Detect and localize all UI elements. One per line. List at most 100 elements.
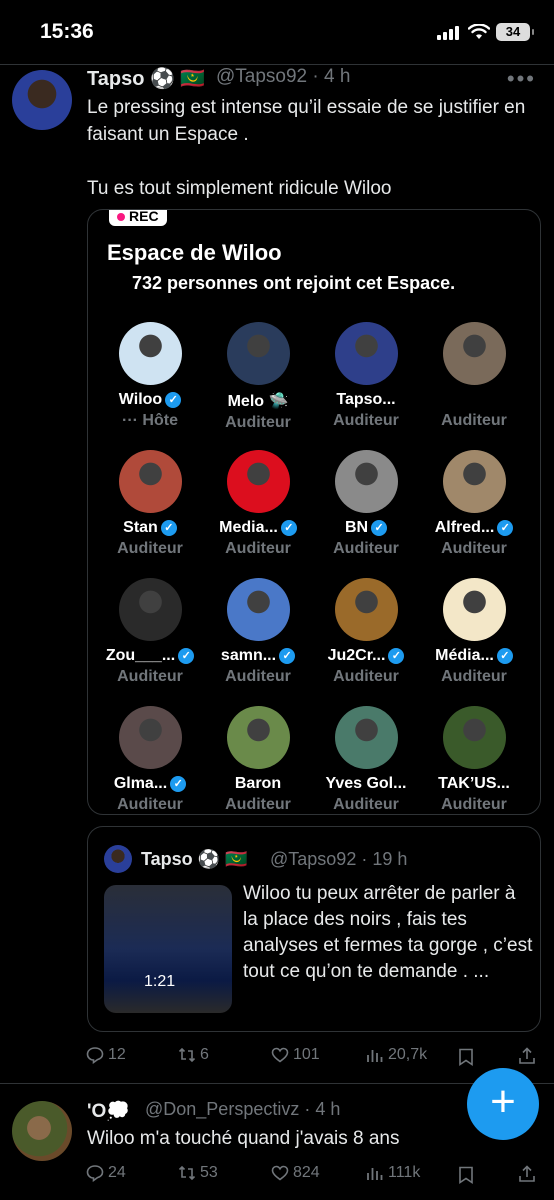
member-name: Melo 🛸 [227,393,289,410]
tweet-actions: 24 53 824 111k [86,1164,536,1188]
share-icon[interactable] [518,1047,536,1065]
member-avatar [442,706,506,769]
member-name: Baron [234,775,282,792]
space-member[interactable]: Yves Gol... Auditeur [312,706,420,814]
member-name: TAK’US... [438,775,510,792]
like-count: 824 [293,1164,320,1181]
space-member[interactable]: BN ✓ Auditeur [312,450,420,558]
display-name[interactable]: Tapso ⚽ 🇲🇷 [87,66,205,91]
member-role: Auditeur [225,540,291,557]
space-member[interactable]: Alfred... ✓ Auditeur [420,450,528,558]
member-name: Glma... ✓ [96,775,204,793]
tweet-actions: 12 6 101 20,7k [86,1046,536,1070]
space-member[interactable]: Ju2Cr... ✓ Auditeur [312,578,420,686]
member-role: Auditeur [333,540,399,557]
verified-badge-icon: ✓ [496,648,513,664]
verified-badge-icon: ✓ [160,520,177,536]
status-time: 15:36 [40,20,94,43]
views-button[interactable]: 111k [366,1164,420,1182]
retweet-button[interactable]: 53 [178,1164,218,1182]
tweet-divider [0,1083,554,1084]
handle[interactable]: @Tapso92 · 4 h [216,66,350,88]
verified-badge-icon: ✓ [280,520,297,536]
member-name: Média... ✓ [420,647,528,665]
member-avatar [118,322,182,385]
share-icon[interactable] [518,1165,536,1183]
more-icon[interactable]: ••• [507,66,536,92]
video-thumbnail[interactable]: 1:21 [104,885,232,1013]
space-card[interactable]: REC Espace de Wiloo 732 personnes ont re… [87,209,541,815]
heart-icon [271,1047,289,1063]
space-member[interactable]: Media... ✓ Auditeur [204,450,312,558]
verified-badge-icon: ✓ [388,648,405,664]
reply-button[interactable]: 12 [86,1046,126,1064]
member-role: Auditeur [117,796,183,813]
battery-icon: 34 [496,23,534,41]
view-count: 111k [388,1164,421,1181]
member-role: Auditeur [441,796,507,813]
member-avatar [334,578,398,641]
bookmark-icon[interactable] [458,1048,474,1066]
space-member[interactable]: TAK’US... Auditeur [420,706,528,814]
member-avatar [226,322,290,385]
reply-button[interactable]: 24 [86,1164,126,1182]
member-avatar [226,450,290,513]
space-member[interactable]: Zou___... ✓ Auditeur [96,578,204,686]
avatar[interactable] [12,1101,72,1161]
space-member[interactable]: Melo 🛸 Auditeur [204,322,312,432]
views-icon [367,1050,383,1062]
quote-handle: @Tapso92 · 19 h [270,849,408,869]
views-button[interactable]: 20,7k [366,1046,427,1064]
rec-badge: REC [109,210,167,226]
display-name[interactable]: 'O💭 [87,1099,130,1123]
reply-icon [86,1165,104,1182]
space-member[interactable]: Tapso... Auditeur [312,322,420,430]
member-avatar [118,706,182,769]
member-avatar [442,322,506,385]
member-role: ··· Hôte [122,412,178,429]
verified-badge-icon: ✓ [178,648,195,664]
member-role: Auditeur [333,412,399,429]
reply-icon [86,1047,104,1064]
quoted-tweet[interactable]: Tapso ⚽ 🇲🇷 @Tapso92 · 19 h 1:21 Wiloo tu… [87,826,541,1032]
record-icon [117,213,125,221]
wifi-icon [468,24,490,39]
space-member[interactable]: Baron Auditeur [204,706,312,814]
member-role: Auditeur [441,412,507,429]
retweet-button[interactable]: 6 [178,1046,209,1064]
compose-button[interactable]: + [467,1068,539,1140]
member-name: Wiloo ✓ [96,391,204,409]
member-role: Auditeur [117,668,183,685]
space-member[interactable]: Média... ✓ Auditeur [420,578,528,686]
member-role: Auditeur [441,668,507,685]
quote-display-name: Tapso ⚽ 🇲🇷 [141,849,248,869]
space-member[interactable]: Wiloo ✓ ··· Hôte [96,322,204,430]
member-avatar [334,450,398,513]
signal-icon [437,26,459,40]
space-member[interactable]: samn... ✓ Auditeur [204,578,312,686]
member-name [420,391,528,409]
member-name: Alfred... ✓ [420,519,528,537]
space-title: Espace de Wiloo [107,240,282,265]
tweet-text: Wiloo m'a touché quand j'avais 8 ans [87,1128,400,1149]
retweet-icon [178,1165,196,1181]
avatar[interactable] [12,70,72,130]
like-button[interactable]: 824 [271,1164,320,1182]
space-member[interactable]: Glma... ✓ Auditeur [96,706,204,814]
like-button[interactable]: 101 [271,1046,320,1064]
verified-badge-icon: ✓ [279,648,296,664]
member-role: Auditeur [225,796,291,813]
member-avatar [442,450,506,513]
reply-count: 12 [108,1046,126,1063]
member-name: Ju2Cr... ✓ [312,647,420,665]
member-role: Auditeur [117,540,183,557]
bookmark-icon[interactable] [458,1166,474,1184]
verified-badge-icon: ✓ [371,520,388,536]
member-role: Auditeur [225,668,291,685]
member-name: Tapso... [336,391,396,408]
space-member[interactable]: Stan ✓ Auditeur [96,450,204,558]
handle[interactable]: @Don_Perspectivz · 4 h [145,1099,340,1120]
plus-icon: + [490,1077,516,1126]
verified-badge-icon: ✓ [170,776,187,792]
space-member[interactable]: Auditeur [420,322,528,430]
